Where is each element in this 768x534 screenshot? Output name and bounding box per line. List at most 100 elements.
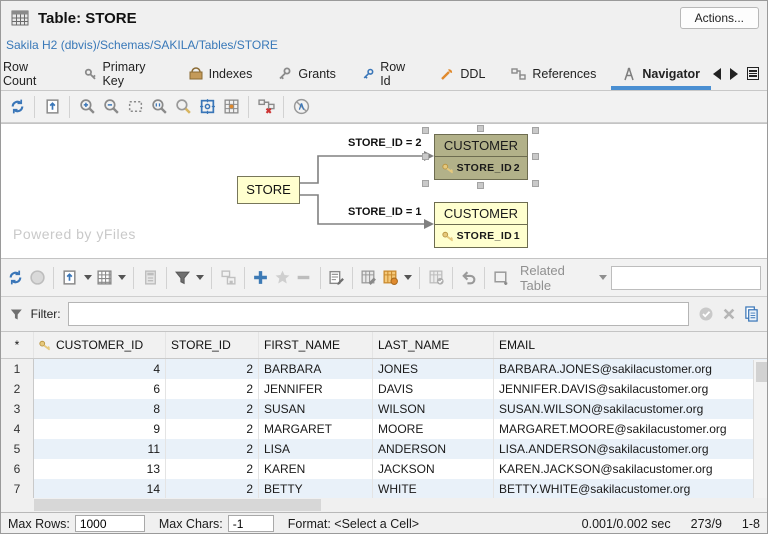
table-row[interactable]: 2 6 2 JENNIFER DAVIS JENNIFER.DAVIS@saki… (1, 379, 768, 399)
references-icon (511, 67, 526, 81)
selection-handle[interactable] (532, 127, 539, 134)
edge-label-store-id-1: STORE_ID = 1 (348, 206, 421, 218)
related-table-dropdown[interactable]: Related Table (520, 263, 590, 293)
tab-row-id[interactable]: Row Id (349, 57, 428, 90)
related-table-caret-icon[interactable] (599, 275, 607, 280)
filter-label: Filter: (31, 307, 61, 321)
grant-key-icon (278, 67, 292, 81)
selection-handle[interactable] (532, 180, 539, 187)
selection-handle[interactable] (532, 153, 539, 160)
column-header-email[interactable]: EMAIL (494, 332, 768, 358)
selection-handle[interactable] (422, 127, 429, 134)
grid-settings-dropdown-icon[interactable] (404, 275, 412, 280)
primary-key-icon (39, 340, 52, 351)
customer-node-column: STORE_ID (455, 230, 514, 242)
reload-grid-icon[interactable] (7, 268, 25, 288)
grid-confirm-icon[interactable] (427, 268, 445, 288)
grid-settings-icon[interactable] (382, 268, 400, 288)
customer-node[interactable]: CUSTOMER STORE_ID 1 (434, 202, 528, 248)
vertical-scrollbar-thumb[interactable] (756, 362, 767, 382)
navigator-diagram[interactable]: STORE_ID = 2 STORE_ID = 1 STORE CUSTOMER… (1, 123, 768, 259)
actions-button[interactable]: Actions... (680, 7, 759, 29)
selection-handle[interactable] (477, 182, 484, 189)
marquee-zoom-icon[interactable] (125, 97, 145, 117)
result-grid: * CUSTOMER_ID STORE_ID FIRST_NAME LAST_N… (1, 331, 768, 498)
column-header-first-name[interactable]: FIRST_NAME (259, 332, 373, 358)
customer-node-selected[interactable]: CUSTOMER STORE_ID 2 (434, 134, 528, 180)
apply-filter-icon[interactable] (698, 306, 714, 322)
grid-search-box[interactable] (611, 266, 761, 290)
tab-grants[interactable]: Grants (265, 57, 349, 90)
calculator-icon[interactable] (141, 268, 159, 288)
index-icon (189, 67, 203, 81)
table-row[interactable]: 1 4 2 BARBARA JONES BARBARA.JONES@sakila… (1, 359, 768, 379)
table-icon (11, 10, 29, 26)
filter-dropdown-icon[interactable] (196, 275, 204, 280)
horizontal-scrollbar[interactable] (1, 498, 768, 512)
customer-node-title: CUSTOMER (435, 135, 527, 157)
delete-row-icon[interactable] (295, 268, 313, 288)
copy-filter-icon[interactable] (744, 306, 759, 322)
insert-row-icon[interactable] (252, 268, 270, 288)
table-row[interactable]: 6 13 2 KAREN JACKSON KAREN.JACKSON@sakil… (1, 459, 768, 479)
timing-text: 0.001/0.002 sec (582, 517, 671, 531)
row-header-column[interactable]: * (1, 332, 34, 358)
tab-bar: Row Count Primary Key Indexes Grants Row… (1, 57, 767, 91)
selection-handle[interactable] (422, 153, 429, 160)
filter-input[interactable] (68, 302, 689, 326)
tab-row-count[interactable]: Row Count (1, 57, 71, 90)
tab-indexes[interactable]: Indexes (176, 57, 266, 90)
key-icon (442, 163, 455, 174)
duplicate-row-icon[interactable] (274, 268, 292, 288)
table-row[interactable]: 5 11 2 LISA ANDERSON LISA.ANDERSON@sakil… (1, 439, 768, 459)
overview-disabled-icon[interactable] (291, 97, 311, 117)
export-grid-icon[interactable] (61, 268, 79, 288)
customer-node-title: CUSTOMER (435, 203, 527, 225)
tab-scroll-right-icon[interactable] (730, 68, 738, 80)
grid-toolbar: Related Table (1, 259, 767, 297)
grid-layout-icon[interactable] (221, 97, 241, 117)
vertical-scrollbar[interactable] (753, 360, 768, 499)
tab-list-icon[interactable] (747, 67, 759, 80)
max-chars-input[interactable] (228, 515, 274, 532)
refresh-icon[interactable] (7, 97, 27, 117)
table-row[interactable]: 3 8 2 SUSAN WILSON SUSAN.WILSON@sakilacu… (1, 399, 768, 419)
horizontal-scrollbar-thumb[interactable] (34, 499, 321, 511)
tab-ddl[interactable]: DDL (427, 57, 498, 90)
column-header-store-id[interactable]: STORE_ID (166, 332, 259, 358)
edit-rows-icon[interactable] (328, 268, 346, 288)
undo-icon[interactable] (460, 268, 478, 288)
zoom-actual-size-icon[interactable] (149, 97, 169, 117)
column-header-last-name[interactable]: LAST_NAME (373, 332, 494, 358)
fit-to-window-icon[interactable] (197, 97, 217, 117)
selection-handle[interactable] (477, 125, 484, 132)
customer-node-value: 2 (514, 162, 520, 174)
breadcrumb[interactable]: Sakila H2 (dbvis)/Schemas/SAKILA/Tables/… (6, 38, 278, 52)
stop-icon[interactable] (29, 268, 47, 288)
column-header-customer-id[interactable]: CUSTOMER_ID (34, 332, 166, 358)
tab-references[interactable]: References (498, 57, 609, 90)
table-row[interactable]: 7 14 2 BETTY WHITE BETTY.WHITE@sakilacus… (1, 479, 768, 499)
clear-filter-icon[interactable] (722, 307, 736, 321)
open-in-new-window-icon[interactable] (492, 268, 510, 288)
store-node[interactable]: STORE (237, 176, 300, 204)
remove-reference-icon[interactable] (256, 97, 276, 117)
grid-view-dropdown-icon[interactable] (118, 275, 126, 280)
tab-primary-key[interactable]: Primary Key (71, 57, 175, 90)
find-in-graph-icon[interactable] (173, 97, 193, 117)
zoom-in-icon[interactable] (77, 97, 97, 117)
grid-search-input[interactable] (620, 271, 768, 285)
selection-handle[interactable] (422, 180, 429, 187)
grid-view-icon[interactable] (96, 268, 114, 288)
export-dropdown-icon[interactable] (84, 275, 92, 280)
max-rows-input[interactable] (75, 515, 145, 532)
table-row[interactable]: 4 9 2 MARGARET MOORE MARGARET.MOORE@saki… (1, 419, 768, 439)
export-graph-icon[interactable] (42, 97, 62, 117)
customer-node-value: 1 (514, 230, 520, 242)
tab-navigator[interactable]: Navigator (609, 57, 713, 90)
grid-edit-icon[interactable] (360, 268, 378, 288)
zoom-out-icon[interactable] (101, 97, 121, 117)
tab-scroll-left-icon[interactable] (713, 68, 721, 80)
filter-funnel-icon[interactable] (174, 268, 192, 288)
save-rows-icon[interactable] (219, 268, 237, 288)
